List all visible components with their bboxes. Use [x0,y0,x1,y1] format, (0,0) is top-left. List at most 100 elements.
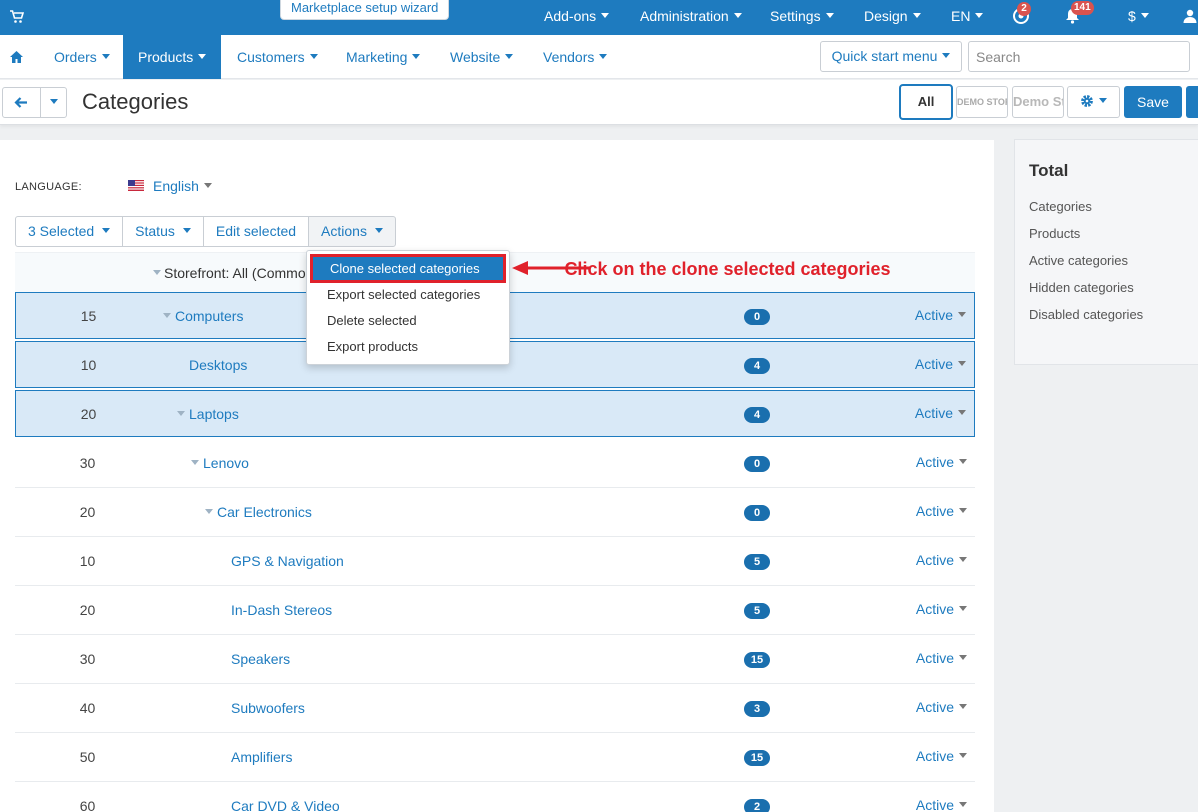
save-dropdown-button[interactable] [1186,86,1198,118]
settings-menu[interactable]: Settings [770,0,834,35]
storefront-demo-store-2-button[interactable]: Demo Store [1012,86,1064,118]
category-row[interactable]: 10 GPS & Navigation 5 Active [15,537,975,586]
nav-website[interactable]: Website [450,35,514,79]
collapse-icon[interactable] [177,411,185,416]
category-position[interactable]: 60 [15,798,160,812]
category-name-link[interactable]: Amplifiers [231,749,292,765]
status-dropdown[interactable]: Status [122,216,204,247]
product-count-badge[interactable]: 4 [744,358,770,374]
language-menu[interactable]: EN [951,0,984,35]
selected-count-dropdown[interactable]: 3 Selected [15,216,124,247]
chevron-down-icon [825,12,834,18]
product-count-badge[interactable]: 5 [744,554,770,570]
status-dropdown[interactable]: Active [916,650,967,666]
status-dropdown[interactable]: Active [916,552,967,568]
category-position[interactable]: 20 [16,406,161,422]
product-count-badge[interactable]: 15 [744,750,770,766]
cart-icon[interactable] [10,10,24,24]
collapse-icon[interactable] [191,460,199,465]
user-icon[interactable] [1183,9,1197,23]
category-name-link[interactable]: Desktops [189,357,247,373]
status-label: Active [915,797,954,812]
status-dropdown[interactable]: Active [916,454,967,470]
status-dropdown[interactable]: Active [915,405,966,421]
category-row[interactable]: 20 Laptops 4 Active [15,390,975,437]
design-menu[interactable]: Design [864,0,921,35]
category-row[interactable]: 20 Car Electronics 0 Active [15,488,975,537]
category-name-link[interactable]: GPS & Navigation [231,553,344,569]
storefront-demo-store-button[interactable]: DEMO STORE [956,86,1008,118]
save-button[interactable]: Save [1124,86,1182,118]
product-count-badge[interactable]: 4 [744,407,770,423]
marketplace-wizard-button[interactable]: Marketplace setup wizard [280,0,450,20]
product-count-badge[interactable]: 15 [744,652,770,668]
clone-selected-categories-item[interactable]: Clone selected categories [310,254,506,283]
language-selector[interactable]: English [153,178,212,194]
nav-orders[interactable]: Orders [54,35,110,79]
category-row[interactable]: 30 Speakers 15 Active [15,635,975,684]
category-row[interactable]: 20 In-Dash Stereos 5 Active [15,586,975,635]
nav-products[interactable]: Products [123,35,222,79]
category-position[interactable]: 10 [16,357,161,373]
search-input[interactable] [968,41,1190,72]
status-dropdown[interactable]: Active [915,307,966,323]
category-name-link[interactable]: Speakers [231,651,290,667]
addons-menu[interactable]: Add-ons [544,0,610,35]
category-name-link[interactable]: Laptops [189,406,239,422]
nav-marketing[interactable]: Marketing [346,35,421,79]
category-row[interactable]: 60 Car DVD & Video 2 Active [15,782,975,812]
category-position[interactable]: 20 [15,504,160,520]
category-position[interactable]: 40 [15,700,160,716]
status-dropdown[interactable]: Active [916,797,967,812]
collapse-icon[interactable] [205,509,213,514]
back-button[interactable] [2,87,41,118]
export-selected-categories-item[interactable]: Export selected categories [307,282,509,308]
product-count-badge[interactable]: 3 [744,701,770,717]
export-products-item[interactable]: Export products [307,334,509,360]
status-dropdown[interactable]: Active [916,601,967,617]
category-name-link[interactable]: Lenovo [203,455,249,471]
nav-vendors[interactable]: Vendors [543,35,608,79]
category-position[interactable]: 30 [15,455,160,471]
nav-customers[interactable]: Customers [237,35,318,79]
collapse-icon[interactable] [163,313,171,318]
category-name-link[interactable]: Subwoofers [231,700,305,716]
category-row[interactable]: 40 Subwoofers 3 Active [15,684,975,733]
status-dropdown[interactable]: Active [916,699,967,715]
settings-dropdown-button[interactable] [1067,86,1120,118]
chevron-down-icon [412,53,421,59]
category-position[interactable]: 30 [15,651,160,667]
category-name-link[interactable]: Computers [175,308,243,324]
category-position[interactable]: 50 [15,749,160,765]
quick-start-menu-button[interactable]: Quick start menu [820,41,962,72]
status-dropdown[interactable]: Active [916,748,967,764]
category-position[interactable]: 15 [16,308,161,324]
collapse-icon[interactable] [153,270,161,275]
administration-menu[interactable]: Administration [640,0,742,35]
currency-menu[interactable]: $ [1128,0,1149,35]
category-position[interactable]: 20 [15,602,160,618]
category-row[interactable]: 50 Amplifiers 15 Active [15,733,975,782]
status-dropdown[interactable]: Active [915,356,966,372]
category-name-link[interactable]: Car DVD & Video [231,798,340,812]
chevron-down-icon [959,507,967,513]
category-name-link[interactable]: In-Dash Stereos [231,602,332,618]
currency-label: $ [1128,8,1136,24]
status-label: Active [915,552,954,568]
edit-selected-button[interactable]: Edit selected [202,216,310,247]
category-position[interactable]: 10 [15,553,160,569]
product-count-badge[interactable]: 0 [744,505,770,521]
status-dropdown[interactable]: Active [916,503,967,519]
delete-selected-item[interactable]: Delete selected [307,308,509,334]
chevron-down-icon [958,311,966,317]
product-count-badge[interactable]: 2 [744,799,770,812]
category-name-link[interactable]: Car Electronics [217,504,312,520]
product-count-badge[interactable]: 5 [744,603,770,619]
product-count-badge[interactable]: 0 [744,456,770,472]
category-row[interactable]: 30 Lenovo 0 Active [15,439,975,488]
history-dropdown-button[interactable] [40,87,67,118]
product-count-badge[interactable]: 0 [744,309,770,325]
home-icon[interactable] [10,51,23,63]
storefront-all-button[interactable]: All [899,84,953,120]
actions-dropdown[interactable]: Actions [308,216,396,247]
